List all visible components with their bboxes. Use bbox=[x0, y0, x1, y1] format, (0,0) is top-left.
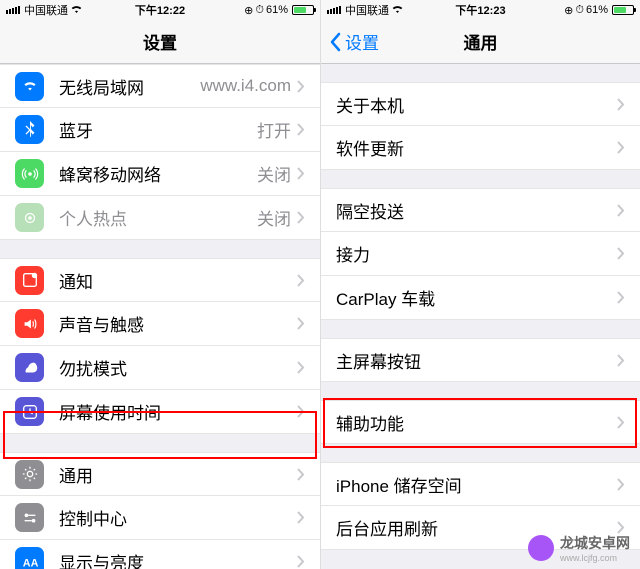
general-list[interactable]: 关于本机软件更新隔空投送接力 CarPlay 车载主屏幕按钮辅助功能 iPhone … bbox=[321, 64, 640, 569]
status-bar: 中国联通 下午12:23 ⊕ ⏱ 61% bbox=[321, 0, 640, 20]
dnd-icon bbox=[15, 353, 44, 382]
cell-label: 隔空投送 bbox=[336, 198, 617, 223]
cell-label: 控制中心 bbox=[59, 505, 297, 530]
cell-label: 声音与触感 bbox=[59, 311, 297, 336]
nav-bar: 设置 bbox=[0, 20, 320, 64]
alarm-icon: ⏱ bbox=[255, 4, 264, 17]
back-label: 设置 bbox=[345, 29, 379, 54]
cell-label: 通用 bbox=[59, 462, 297, 487]
orientation-lock-icon: ⊕ bbox=[244, 4, 253, 17]
sound-icon bbox=[15, 309, 44, 338]
cell-通用[interactable]: 通用 bbox=[0, 452, 320, 496]
cell-隔空投送[interactable]: 隔空投送 bbox=[321, 188, 640, 232]
cell-label: 蓝牙 bbox=[59, 117, 257, 142]
hotspot-icon bbox=[15, 203, 44, 232]
cell-通知[interactable]: 通知 bbox=[0, 258, 320, 302]
wifi-icon bbox=[70, 4, 83, 17]
battery-percent: 61% bbox=[586, 4, 608, 16]
svg-text:AA: AA bbox=[22, 557, 38, 569]
page-title: 通用 bbox=[464, 29, 498, 54]
cell-显示与亮度[interactable]: AA 显示与亮度 bbox=[0, 540, 320, 569]
cell-value: www.i4.com bbox=[200, 76, 291, 96]
carrier-label: 中国联通 bbox=[24, 2, 68, 18]
watermark-text: 龙城安卓网 bbox=[560, 533, 630, 553]
back-button[interactable]: 设置 bbox=[329, 29, 379, 54]
cell-接力[interactable]: 接力 bbox=[321, 232, 640, 276]
settings-list[interactable]: 无线局域网www.i4.com蓝牙打开蜂窝移动网络关闭个人热点关闭通知声音与触感… bbox=[0, 64, 320, 569]
cell-蜂窝移动网络[interactable]: 蜂窝移动网络关闭 bbox=[0, 152, 320, 196]
general-screen: 中国联通 下午12:23 ⊕ ⏱ 61% 设置 通用 关于本机软件更新隔空投送接… bbox=[320, 0, 640, 569]
cellular-icon bbox=[15, 159, 44, 188]
cell-主屏幕按钮[interactable]: 主屏幕按钮 bbox=[321, 338, 640, 382]
cell-label: 关于本机 bbox=[336, 92, 617, 117]
general-icon bbox=[15, 460, 44, 489]
cell-value: 打开 bbox=[257, 117, 291, 142]
cell-屏幕使用时间[interactable]: 屏幕使用时间 bbox=[0, 390, 320, 434]
cell-勿扰模式[interactable]: 勿扰模式 bbox=[0, 346, 320, 390]
status-bar: 中国联通 下午12:22 ⊕ ⏱ 61% bbox=[0, 0, 320, 20]
signal-icon bbox=[6, 6, 20, 14]
cell-label: 无线局域网 bbox=[59, 74, 200, 99]
orientation-lock-icon: ⊕ bbox=[564, 4, 573, 17]
cell-控制中心[interactable]: 控制中心 bbox=[0, 496, 320, 540]
battery-icon bbox=[612, 5, 634, 15]
cell-value: 关闭 bbox=[257, 205, 291, 230]
wifi-icon bbox=[15, 72, 44, 101]
cell-label: 个人热点 bbox=[59, 205, 257, 230]
battery-icon bbox=[292, 5, 314, 15]
cell-CarPlay 车载[interactable]: CarPlay 车载 bbox=[321, 276, 640, 320]
signal-icon bbox=[327, 6, 341, 14]
cell-label: 屏幕使用时间 bbox=[59, 399, 297, 424]
cell-个人热点[interactable]: 个人热点关闭 bbox=[0, 196, 320, 240]
cell-label: 主屏幕按钮 bbox=[336, 348, 617, 373]
cell-关于本机[interactable]: 关于本机 bbox=[321, 82, 640, 126]
watermark-url: www.lcjfg.com bbox=[560, 553, 630, 563]
watermark: 龙城安卓网 www.lcjfg.com bbox=[528, 533, 630, 563]
cell-label: 通知 bbox=[59, 268, 297, 293]
cell-label: 勿扰模式 bbox=[59, 355, 297, 380]
cell-label: 接力 bbox=[336, 241, 617, 266]
watermark-logo-icon bbox=[528, 535, 554, 561]
cell-label: 蜂窝移动网络 bbox=[59, 161, 257, 186]
cell-无线局域网[interactable]: 无线局域网www.i4.com bbox=[0, 64, 320, 108]
cell-label: CarPlay 车载 bbox=[336, 285, 617, 310]
display-icon: AA bbox=[15, 547, 44, 569]
alarm-icon: ⏱ bbox=[575, 4, 584, 17]
cell-声音与触感[interactable]: 声音与触感 bbox=[0, 302, 320, 346]
wifi-icon bbox=[391, 4, 404, 17]
nav-bar: 设置 通用 bbox=[321, 20, 640, 64]
screentime-icon bbox=[15, 397, 44, 426]
settings-screen: 中国联通 下午12:22 ⊕ ⏱ 61% 设置 无线局域网www.i4.com蓝… bbox=[0, 0, 320, 569]
cell-软件更新[interactable]: 软件更新 bbox=[321, 126, 640, 170]
carrier-label: 中国联通 bbox=[345, 2, 389, 18]
notify-icon bbox=[15, 266, 44, 295]
cell-label: 软件更新 bbox=[336, 135, 617, 160]
cell-value: 关闭 bbox=[257, 161, 291, 186]
time-label: 下午12:23 bbox=[455, 2, 505, 18]
cell-iPhone 储存空间[interactable]: iPhone 储存空间 bbox=[321, 462, 640, 506]
cell-label: 辅助功能 bbox=[336, 410, 617, 435]
cell-辅助功能[interactable]: 辅助功能 bbox=[321, 400, 640, 444]
time-label: 下午12:22 bbox=[135, 2, 185, 18]
control-icon bbox=[15, 503, 44, 532]
bluetooth-icon bbox=[15, 115, 44, 144]
cell-label: 显示与亮度 bbox=[59, 549, 297, 569]
page-title: 设置 bbox=[143, 29, 177, 54]
cell-label: iPhone 储存空间 bbox=[336, 472, 617, 497]
cell-蓝牙[interactable]: 蓝牙打开 bbox=[0, 108, 320, 152]
battery-percent: 61% bbox=[266, 4, 288, 16]
